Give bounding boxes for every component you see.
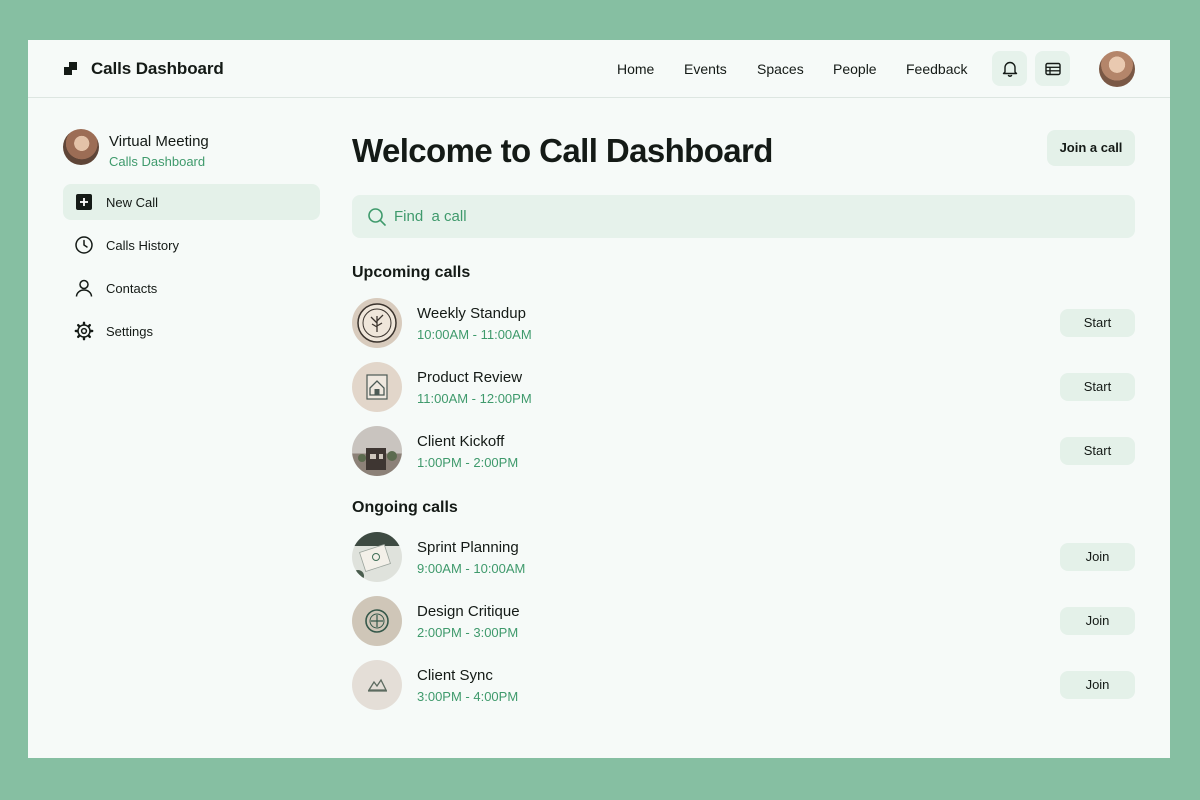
join-button[interactable]: Join	[1060, 607, 1135, 635]
sidebar-item-label: New Call	[106, 195, 159, 210]
nav-home[interactable]: Home	[617, 61, 654, 77]
call-row: Client Sync 3:00PM - 4:00PM Join	[352, 660, 1135, 712]
app-window: Calls Dashboard Home Events Spaces Peopl…	[28, 40, 1170, 758]
start-button[interactable]: Start	[1060, 309, 1135, 337]
call-name: Sprint Planning	[417, 539, 519, 556]
search-icon	[368, 208, 386, 226]
start-button[interactable]: Start	[1060, 373, 1135, 401]
nav-feedback[interactable]: Feedback	[906, 61, 967, 77]
call-name: Product Review	[417, 369, 523, 386]
call-thumbnail	[352, 298, 402, 348]
call-time: 1:00PM - 2:00PM	[417, 455, 519, 470]
profile-avatar	[63, 129, 99, 165]
search-input[interactable]	[394, 195, 1114, 238]
call-name: Client Kickoff	[417, 433, 505, 450]
sidebar-item-contacts[interactable]: Contacts	[63, 270, 320, 306]
profile-subtitle: Calls Dashboard	[109, 154, 206, 169]
join-a-call-button[interactable]: Join a call	[1047, 130, 1135, 166]
call-row: Product Review 11:00AM - 12:00PM Start	[352, 362, 1135, 414]
nav-spaces[interactable]: Spaces	[757, 61, 804, 77]
list-view-button[interactable]	[1035, 51, 1070, 86]
ongoing-calls-title: Ongoing calls	[352, 499, 458, 516]
sidebar-item-label: Calls History	[106, 238, 179, 253]
join-button[interactable]: Join	[1060, 543, 1135, 571]
plus-icon	[76, 194, 92, 210]
upcoming-calls-title: Upcoming calls	[352, 264, 471, 281]
nav-people[interactable]: People	[833, 61, 877, 77]
call-thumbnail	[352, 426, 402, 476]
gear-icon	[74, 321, 94, 341]
call-thumbnail	[352, 596, 402, 646]
call-time: 11:00AM - 12:00PM	[417, 391, 532, 406]
user-icon	[75, 279, 93, 297]
call-time: 10:00AM - 11:00AM	[417, 327, 532, 342]
call-thumbnail	[352, 362, 402, 412]
top-bar: Calls Dashboard Home Events Spaces Peopl…	[28, 40, 1170, 98]
sidebar-item-new-call[interactable]: New Call	[63, 184, 320, 220]
call-thumbnail	[352, 532, 402, 582]
call-name: Design Critique	[417, 603, 520, 620]
sidebar-item-calls-history[interactable]: Calls History	[63, 227, 320, 263]
nav-events[interactable]: Events	[684, 61, 727, 77]
logo-icon	[64, 62, 77, 75]
list-icon	[1044, 62, 1061, 75]
bell-icon	[1002, 61, 1017, 77]
call-row: Design Critique 2:00PM - 3:00PM Join	[352, 596, 1135, 648]
app-title: Calls Dashboard	[91, 59, 224, 78]
call-time: 3:00PM - 4:00PM	[417, 689, 519, 704]
search-bar	[352, 195, 1135, 238]
sidebar-item-label: Contacts	[106, 281, 158, 296]
call-time: 2:00PM - 3:00PM	[417, 625, 519, 640]
call-row: Client Kickoff 1:00PM - 2:00PM Start	[352, 426, 1135, 478]
call-time: 9:00AM - 10:00AM	[417, 561, 526, 576]
notifications-button[interactable]	[992, 51, 1027, 86]
sidebar-item-label: Settings	[106, 324, 153, 339]
user-avatar[interactable]	[1099, 51, 1135, 87]
call-name: Client Sync	[417, 667, 493, 684]
call-thumbnail	[352, 660, 402, 710]
start-button[interactable]: Start	[1060, 437, 1135, 465]
sidebar-item-settings[interactable]: Settings	[63, 313, 320, 349]
page-title: Welcome to Call Dashboard	[352, 132, 773, 169]
call-row: Weekly Standup 10:00AM - 11:00AM Start	[352, 298, 1135, 350]
join-button[interactable]: Join	[1060, 671, 1135, 699]
clock-icon	[75, 236, 93, 254]
call-row: Sprint Planning 9:00AM - 10:00AM Join	[352, 532, 1135, 584]
call-name: Weekly Standup	[417, 305, 526, 322]
profile-name: Virtual Meeting	[109, 133, 209, 150]
